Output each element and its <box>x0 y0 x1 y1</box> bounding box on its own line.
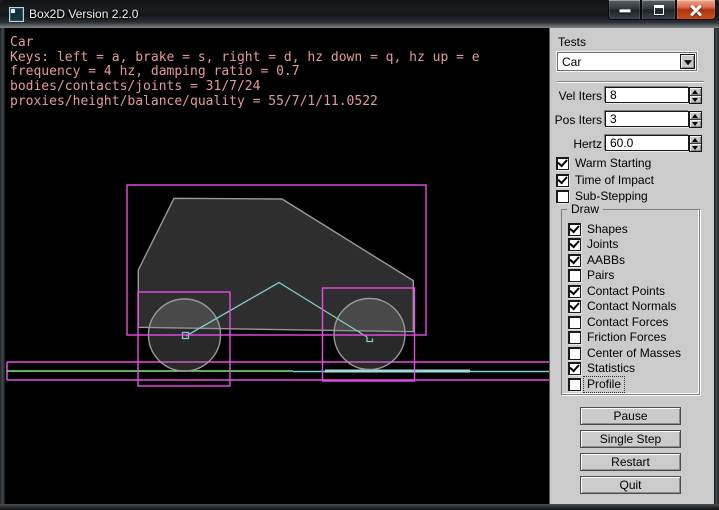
draw-group-box: Draw ShapesJointsAABBsPairsContact Point… <box>561 209 700 395</box>
joints-row: Joints <box>568 238 618 251</box>
draw-group-label: Draw <box>567 203 603 216</box>
shapes-label[interactable]: Shapes <box>587 223 628 236</box>
contact-forces-checkbox[interactable] <box>568 316 581 329</box>
pairs-row: Pairs <box>568 269 614 282</box>
debug-text-line: Car <box>10 36 480 51</box>
ground-plank <box>325 370 470 373</box>
contact-points-label[interactable]: Contact Points <box>587 285 665 298</box>
pos-iters-spinner[interactable] <box>689 111 702 128</box>
profile-row: Profile <box>568 378 623 391</box>
debug-text-line: bodies/contacts/joints = 31/7/24 <box>10 80 480 95</box>
spinner-up-icon[interactable] <box>690 88 701 96</box>
friction-forces-row: Friction Forces <box>568 331 666 344</box>
joints-label[interactable]: Joints <box>587 238 618 251</box>
test-select-dropdown[interactable]: Car <box>556 51 698 72</box>
shapes-checkbox[interactable] <box>568 223 581 236</box>
maximize-button[interactable] <box>641 0 676 20</box>
contact-points-row: Contact Points <box>568 285 665 298</box>
minimize-icon <box>619 9 630 12</box>
center-of-masses-checkbox[interactable] <box>568 347 581 360</box>
shapes-row: Shapes <box>568 223 628 236</box>
spinner-down-icon[interactable] <box>690 96 701 103</box>
separator <box>557 81 704 83</box>
pairs-checkbox[interactable] <box>568 269 581 282</box>
spinner-up-icon[interactable] <box>690 112 701 120</box>
dropdown-arrow-button[interactable] <box>680 54 695 69</box>
minimize-button[interactable] <box>608 0 641 20</box>
test-select-value: Car <box>562 55 581 69</box>
contact-points-checkbox[interactable] <box>568 285 581 298</box>
vel-iters-row: Vel Iters8 <box>550 87 710 104</box>
single-step-button[interactable]: Single Step <box>580 430 681 448</box>
debug-text-line: frequency = 4 hz, damping ratio = 0.7 <box>10 65 480 80</box>
app-window: Box2D Version 2.2.0 <box>0 0 719 510</box>
contact-normals-label[interactable]: Contact Normals <box>587 300 676 313</box>
hertz-label: Hertz <box>550 137 602 151</box>
hertz-input[interactable]: 60.0 <box>605 135 689 151</box>
window-border-bottom <box>0 504 719 510</box>
aabbs-label[interactable]: AABBs <box>587 254 625 267</box>
close-button[interactable] <box>676 0 716 20</box>
profile-label[interactable]: Profile <box>585 378 623 391</box>
pos-iters-label: Pos Iters <box>550 113 602 127</box>
friction-forces-checkbox[interactable] <box>568 331 581 344</box>
aabbs-checkbox[interactable] <box>568 254 581 267</box>
control-panel: Tests Car Vel Iters8Pos Iters3Hertz60.0 … <box>549 28 714 504</box>
pos-iters-input[interactable]: 3 <box>605 111 689 127</box>
contact-normals-checkbox[interactable] <box>568 300 581 313</box>
car-wheel-front <box>334 299 405 370</box>
chevron-down-icon <box>684 60 692 65</box>
friction-forces-label[interactable]: Friction Forces <box>587 331 666 344</box>
pause-button[interactable]: Pause <box>580 407 681 425</box>
spinner-up-icon[interactable] <box>690 136 701 144</box>
simulation-canvas[interactable]: CarKeys: left = a, brake = s, right = d,… <box>5 28 549 504</box>
spinner-down-icon[interactable] <box>690 144 701 151</box>
time-of-impact-label[interactable]: Time of Impact <box>575 174 654 187</box>
tests-label: Tests <box>558 35 586 49</box>
spinner-down-icon[interactable] <box>690 120 701 127</box>
center-of-masses-row: Center of Masses <box>568 347 681 360</box>
contact-forces-row: Contact Forces <box>568 316 668 329</box>
statistics-row: Statistics <box>568 362 635 375</box>
joints-checkbox[interactable] <box>568 238 581 251</box>
pos-iters-row: Pos Iters3 <box>550 111 710 128</box>
vel-iters-input[interactable]: 8 <box>605 87 689 103</box>
pairs-label[interactable]: Pairs <box>587 269 614 282</box>
quit-button[interactable]: Quit <box>580 476 681 494</box>
sub-stepping-row: Sub-Stepping <box>556 190 648 203</box>
profile-checkbox[interactable] <box>568 378 581 391</box>
vel-iters-spinner[interactable] <box>689 87 702 104</box>
warm-starting-checkbox[interactable] <box>556 157 569 170</box>
warm-starting-row: Warm Starting <box>556 157 651 170</box>
aabbs-row: AABBs <box>568 254 625 267</box>
warm-starting-label[interactable]: Warm Starting <box>575 157 651 170</box>
maximize-icon <box>654 5 664 15</box>
statistics-label[interactable]: Statistics <box>587 362 635 375</box>
hertz-spinner[interactable] <box>689 135 702 152</box>
statistics-checkbox[interactable] <box>568 362 581 375</box>
contact-normals-row: Contact Normals <box>568 300 676 313</box>
center-of-masses-label[interactable]: Center of Masses <box>587 347 681 360</box>
time-of-impact-checkbox[interactable] <box>556 174 569 187</box>
debug-text: CarKeys: left = a, brake = s, right = d,… <box>10 36 480 110</box>
debug-text-line: proxies/height/balance/quality = 55/7/1/… <box>10 95 480 110</box>
debug-text-line: Keys: left = a, brake = s, right = d, hz… <box>10 51 480 66</box>
restart-button[interactable]: Restart <box>580 453 681 471</box>
app-icon <box>9 7 24 22</box>
contact-forces-label[interactable]: Contact Forces <box>587 316 668 329</box>
window-title: Box2D Version 2.2.0 <box>29 7 138 21</box>
sub-stepping-checkbox[interactable] <box>556 190 569 203</box>
vel-iters-label: Vel Iters <box>550 89 602 103</box>
time-of-impact-row: Time of Impact <box>556 174 654 187</box>
window-border-right <box>714 28 719 504</box>
hertz-row: Hertz60.0 <box>550 135 710 152</box>
